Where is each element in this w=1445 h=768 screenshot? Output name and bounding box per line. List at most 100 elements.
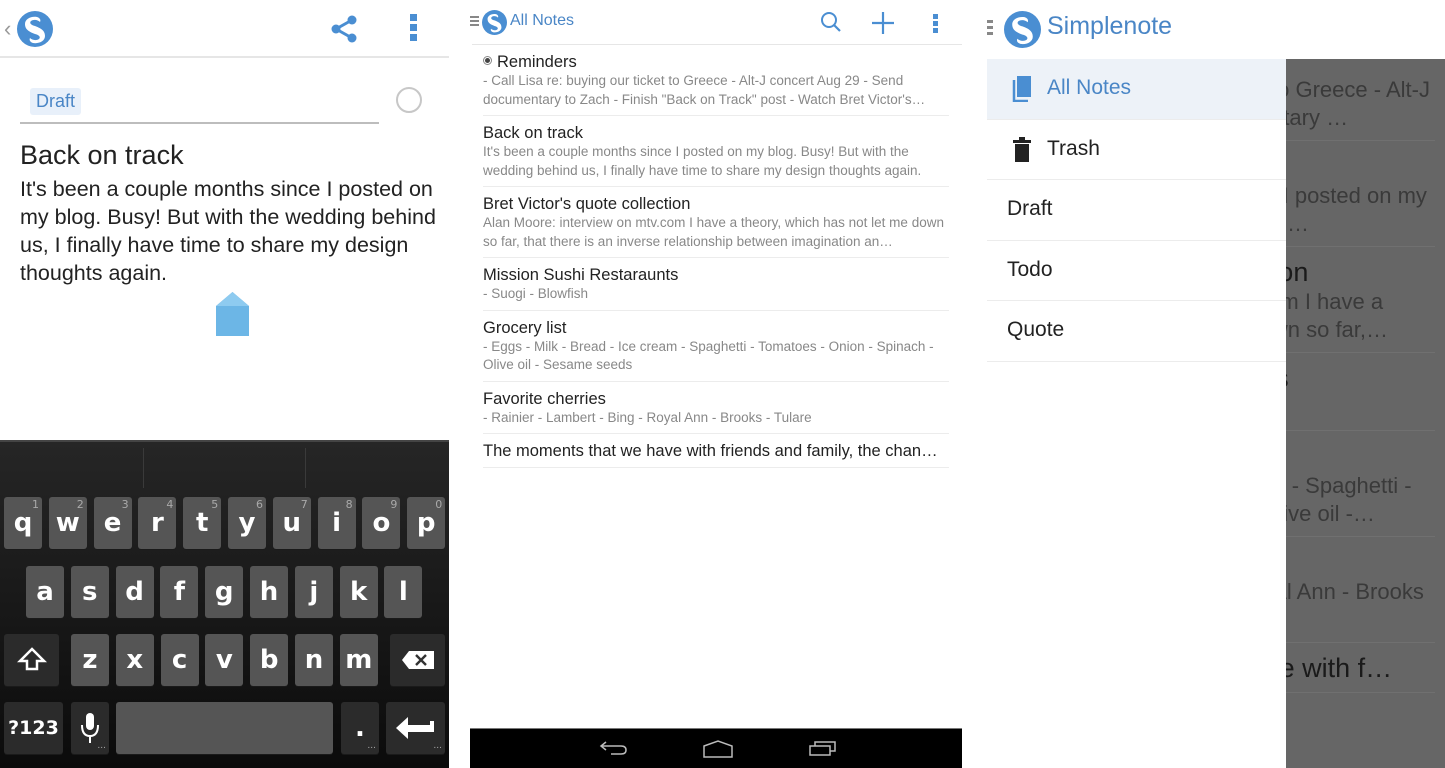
notes-icon <box>1012 76 1031 102</box>
search-icon[interactable] <box>820 11 842 33</box>
note-title: Back on track <box>483 124 583 142</box>
note-title: Mission Sushi Restaraunts <box>483 266 679 284</box>
shift-key[interactable] <box>4 634 59 686</box>
key-q[interactable]: q1 <box>4 497 42 549</box>
drawer-toggle-icon[interactable] <box>470 16 479 28</box>
new-note-icon[interactable] <box>871 11 895 35</box>
key-t[interactable]: t5 <box>183 497 222 549</box>
simplenote-logo-icon[interactable] <box>17 11 53 47</box>
key-z[interactable]: z <box>71 634 109 686</box>
dimmed-note-item: Mission Sushi Restaraunts- Suogi - Blowf… <box>1286 353 1435 431</box>
note-preview: - Rainier - Lambert - Bing - Royal Ann -… <box>1286 579 1424 604</box>
note-title: Back on track <box>1286 151 1435 182</box>
text-cursor-handle[interactable] <box>216 292 249 338</box>
note-preview: - Call Lisa re: buying our ticket to Gre… <box>483 73 926 107</box>
pinned-icon <box>483 56 492 65</box>
drawer-item-draft[interactable]: Draft <box>987 180 1286 241</box>
key-g[interactable]: g <box>205 566 244 618</box>
simplenote-logo-icon[interactable] <box>482 10 507 35</box>
key-d[interactable]: d <box>115 566 154 618</box>
note-title: Grocery list <box>1286 441 1435 472</box>
key-x[interactable]: x <box>115 634 154 686</box>
enter-icon <box>395 717 434 739</box>
key-l[interactable]: l <box>384 566 423 618</box>
drawer-menu: All Notes Trash Draft Todo Quote <box>987 59 1286 362</box>
enter-key[interactable]: ... <box>386 702 445 754</box>
key-k[interactable]: k <box>339 566 378 618</box>
note-list-item[interactable]: Grocery list - Eggs - Milk - Bread - Ice … <box>483 311 949 382</box>
simplenote-logo-icon <box>1004 11 1041 48</box>
key-f[interactable]: f <box>160 566 199 618</box>
period-key[interactable]: .... <box>341 702 379 754</box>
suggestion-strip[interactable] <box>0 440 449 488</box>
key-s[interactable]: s <box>70 566 109 618</box>
drawer-item-quote[interactable]: Quote <box>987 301 1286 362</box>
key-i[interactable]: i8 <box>317 497 356 549</box>
tags-field[interactable]: Draft <box>20 84 379 124</box>
note-list-item[interactable]: Bret Victor's quote collection Alan Moore… <box>483 187 949 258</box>
note-list-item[interactable]: Favorite cherries - Rainier - Lambert - B… <box>483 382 949 434</box>
drawer-item-label: All Notes <box>1047 76 1132 99</box>
notes-list: Reminders - Call Lisa re: buying our tick… <box>483 45 949 468</box>
dimmed-note-item: Back on trackIt's been a couple months s… <box>1286 141 1435 247</box>
note-list-item[interactable]: Back on track It's been a couple months s… <box>483 116 949 187</box>
overflow-menu-icon[interactable] <box>408 14 418 44</box>
key-j[interactable]: j <box>294 566 333 618</box>
note-preview: It's been a couple months since I posted… <box>1286 183 1427 236</box>
key-u[interactable]: u7 <box>272 497 311 549</box>
drawer-item-label: Trash <box>1047 136 1100 160</box>
voice-input-key[interactable]: ... <box>71 702 109 754</box>
pin-circle-icon[interactable] <box>396 87 422 113</box>
dimmed-note-item: Reminders- Call Lisa re: buying our tick… <box>1286 59 1435 141</box>
key-b[interactable]: b <box>250 634 289 686</box>
soft-keyboard: q 1 w 2 e 3 r 4 t 5 y 6 u 7 i 8 o 9 p 0 a s d f g h j k l z x c v b n m ?123… <box>0 440 449 768</box>
key-p[interactable]: p0 <box>407 497 446 549</box>
note-title[interactable]: Back on track <box>20 140 184 171</box>
key-w[interactable]: w2 <box>48 497 87 549</box>
key-e[interactable]: e3 <box>93 497 132 549</box>
note-title: Favorite cherries <box>483 389 606 408</box>
space-key[interactable] <box>116 702 333 754</box>
note-preview: Alan Moore: interview on mtv.com I have … <box>483 215 944 249</box>
note-title: Reminders <box>497 53 577 71</box>
drawer-item-label: Todo <box>1007 257 1053 281</box>
key-o[interactable]: o9 <box>362 497 401 549</box>
editor-toolbar: ‹ <box>0 0 449 58</box>
tag-chip[interactable]: Draft <box>30 88 82 115</box>
drawer-item-todo[interactable]: Todo <box>987 241 1286 301</box>
key-y[interactable]: y6 <box>228 497 266 549</box>
chevron-left-icon[interactable]: ‹ <box>4 16 11 42</box>
dimmed-note-item: Grocery list- Eggs - Milk - Bread - Ice … <box>1286 431 1435 537</box>
drawer-toggle-icon[interactable] <box>987 20 993 40</box>
key-v[interactable]: v <box>205 634 244 686</box>
symbols-key[interactable]: ?123 <box>4 702 63 754</box>
key-m[interactable]: m <box>339 634 378 686</box>
key-n[interactable]: n <box>295 634 333 686</box>
back-icon[interactable] <box>599 740 629 756</box>
note-list-item[interactable]: Mission Sushi Restaraunts - Suogi - Blowf… <box>483 258 949 311</box>
note-title: Bret Victor's quote collection <box>1286 257 1309 287</box>
overflow-menu-icon[interactable] <box>931 14 939 34</box>
key-c[interactable]: c <box>160 634 199 686</box>
navigation-drawer-screen: Simplenote All Notes Trash Draft Todo Quote … <box>980 0 1445 768</box>
drawer-item-label: Quote <box>1007 318 1065 341</box>
backspace-icon <box>401 651 434 669</box>
note-preview: - Suogi - Blowfish <box>1286 394 1435 422</box>
drawer-item-label: Draft <box>1007 197 1053 220</box>
screen-title: All Notes <box>510 12 575 29</box>
system-nav-bar <box>470 728 962 768</box>
backspace-key[interactable] <box>390 634 445 686</box>
key-r[interactable]: r4 <box>138 497 177 549</box>
share-icon[interactable] <box>328 13 360 45</box>
recents-icon[interactable] <box>808 740 838 756</box>
key-h[interactable]: h <box>250 566 288 618</box>
drawer-item-all-notes[interactable]: All Notes <box>987 59 1286 120</box>
home-icon[interactable] <box>702 740 734 758</box>
note-preview: Alan Moore: interview on mtv.com I have … <box>1286 289 1389 342</box>
note-body[interactable]: It's been a couple months since I posted… <box>20 175 440 287</box>
drawer-scrim[interactable]: Reminders- Call Lisa re: buying our tick… <box>1286 59 1445 768</box>
key-a[interactable]: a <box>26 566 64 618</box>
note-list-item[interactable]: Reminders - Call Lisa re: buying our tick… <box>483 45 949 116</box>
drawer-item-trash[interactable]: Trash <box>987 120 1286 180</box>
note-list-item[interactable]: The moments that we have with friends an… <box>483 434 949 468</box>
